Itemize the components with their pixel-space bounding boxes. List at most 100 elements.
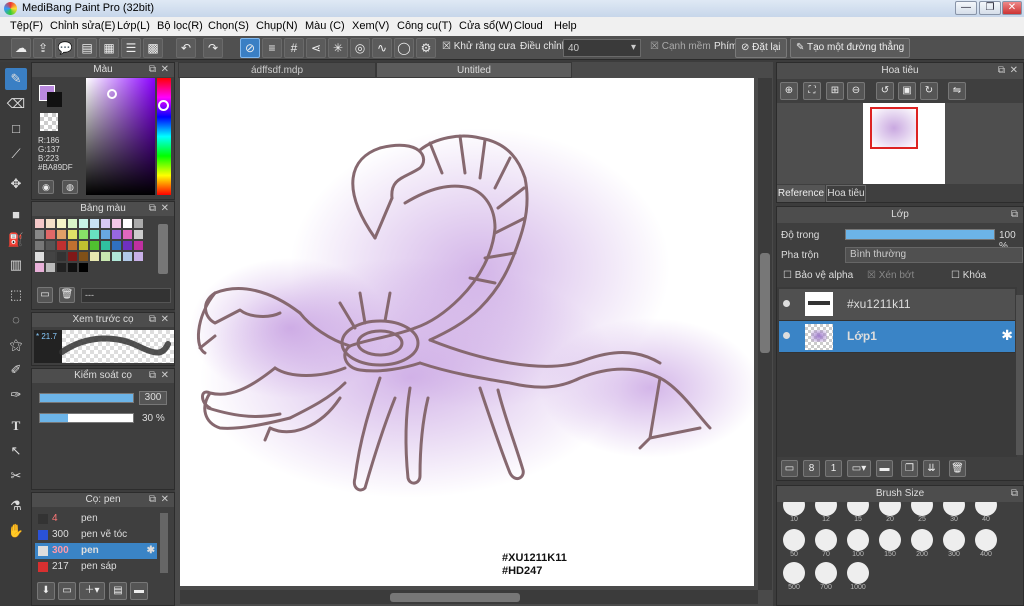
expand-icon[interactable]: ⧉ [1011,486,1018,502]
scroll-thumb[interactable] [390,593,520,602]
brush-item[interactable]: 4 pen [35,511,157,527]
add-layer-dropdown-icon[interactable]: ▭▾ [847,460,871,477]
palette-swatch[interactable] [101,219,110,228]
trash-icon[interactable]: 🗑 [59,287,75,303]
lock-checkbox[interactable]: ☐ Khóa [951,270,986,281]
antialias-checkbox[interactable]: ☒ Khử răng cưa [442,41,516,52]
perspective-snap-icon[interactable]: ⋖ [306,38,326,58]
brush-size-option[interactable]: 500 [781,562,807,591]
ellipse-snap-icon[interactable]: ◯ [394,38,414,58]
brush-size-option[interactable]: 40 [973,502,999,523]
palette-swatch[interactable] [90,252,99,261]
comment-icon[interactable]: 💬 [55,38,75,58]
palette-swatch[interactable] [35,263,44,272]
menu-file[interactable]: Tệp(F) [10,20,43,32]
grid-snap-icon[interactable]: # [284,38,304,58]
divide-tool-icon[interactable]: ✂ [5,465,27,487]
brush-size-option[interactable]: 700 [813,562,839,591]
color-mix-icon[interactable]: ◍ [62,180,78,194]
concentric-snap-icon[interactable]: ◎ [350,38,370,58]
new-layer-icon[interactable]: ▭ [781,460,798,477]
gear-icon[interactable]: ✱ [147,543,155,559]
palette-swatch[interactable] [35,230,44,239]
palette-swatch[interactable] [68,252,77,261]
close-icon[interactable]: ✕ [161,493,169,507]
brush-size-option[interactable]: 1000 [845,562,871,591]
tab-document-2[interactable]: Untitled [376,62,572,78]
folder-icon[interactable]: ▬ [876,460,893,477]
close-icon[interactable]: ✕ [161,369,169,383]
protect-alpha-checkbox[interactable]: ☐ Bảo vệ alpha [783,270,853,281]
duplicate-layer-icon[interactable]: ❐ [901,460,918,477]
gear-icon[interactable]: ✱ [1001,327,1013,344]
palette-swatch[interactable] [46,241,55,250]
brush-size-option[interactable]: 12 [813,502,839,523]
palette-swatch[interactable] [101,252,110,261]
palette-swatch[interactable] [112,252,121,261]
menu-filter[interactable]: Bộ lọc(R) [157,20,203,32]
new-brush-icon[interactable]: ▭ [58,582,76,600]
palette-scrollbar[interactable] [158,224,168,274]
layer-opacity-slider[interactable] [845,229,995,240]
operation-tool-icon[interactable]: ↖ [5,440,27,462]
expand-icon[interactable]: ⧉ [149,493,156,507]
text-tool-icon[interactable]: T [5,415,27,437]
horizontal-scrollbar[interactable] [180,590,758,604]
palette-swatch[interactable] [123,252,132,261]
menu-cloud[interactable]: Cloud [514,20,543,32]
close-icon[interactable]: ✕ [161,313,169,327]
drawing-canvas[interactable]: #XU1211K11 #HD247 [180,78,754,586]
brush-size-option[interactable]: 70 [813,529,839,558]
palette-swatch[interactable] [57,230,66,239]
tab-reference[interactable]: Reference [777,185,825,202]
background-color-swatch[interactable] [47,92,62,107]
minimize-button[interactable]: — [955,1,977,15]
menu-help[interactable]: Help [554,20,577,32]
palette-swatch[interactable] [79,252,88,261]
list-icon[interactable]: ☰ [121,38,141,58]
add-brush-icon[interactable]: ＋▾ [79,582,105,600]
hue-slider[interactable] [157,78,171,195]
expand-icon[interactable]: ⧉ [149,369,156,383]
palette-swatch[interactable] [101,230,110,239]
close-icon[interactable]: ✕ [161,202,169,216]
visibility-icon[interactable] [783,300,790,307]
brush-size-option[interactable]: 200 [909,529,935,558]
palette-swatch[interactable] [68,219,77,228]
transparent-color-swatch[interactable] [40,113,58,131]
brush-size-option[interactable]: 20 [877,502,903,523]
window-icon[interactable]: ▤ [77,38,97,58]
share-icon[interactable]: ⇪ [33,38,53,58]
menu-capture[interactable]: Chụp(N) [256,20,298,32]
menu-edit[interactable]: Chỉnh sửa(E) [50,20,115,32]
document-icon[interactable]: ▦ [99,38,119,58]
create-line-button[interactable]: ✎ Tạo một đường thẳng [790,38,911,58]
palette-swatch[interactable] [46,252,55,261]
vertical-scrollbar[interactable] [758,78,772,590]
rotate-right-icon[interactable]: ↻ [920,82,938,100]
palette-name-field[interactable]: --- [81,288,171,303]
palette-swatch[interactable] [112,230,121,239]
palette-swatch[interactable] [57,241,66,250]
brush-item[interactable]: 217 pen sáp [35,559,157,575]
layer-row[interactable]: #xu1211k11 [779,289,1015,321]
brush-size-option[interactable]: 25 [909,502,935,523]
blend-mode-select[interactable]: Bình thường [845,247,1023,263]
color-wheel-icon[interactable]: ◉ [38,180,54,194]
palette-swatch[interactable] [35,219,44,228]
palette-swatch[interactable] [79,230,88,239]
palette-swatch[interactable] [46,263,55,272]
gradient-tool-icon[interactable]: ▥ [5,254,27,276]
palette-swatch[interactable] [134,219,143,228]
zoom-fit-icon[interactable]: ⛶ [803,82,821,100]
rectangle-tool-icon[interactable]: □ [5,118,27,140]
brush-list-scrollbar[interactable] [160,513,168,573]
zoom-out-icon[interactable]: ⊖ [847,82,865,100]
palette-swatch[interactable] [79,263,88,272]
fill-rect-tool-icon[interactable]: ■ [5,204,27,226]
folder-icon[interactable]: ▬ [130,582,148,600]
palette-swatch[interactable] [46,219,55,228]
brush-size-option[interactable]: 300 [941,529,967,558]
palette-swatch[interactable] [112,241,121,250]
brush-size-value[interactable]: 300 [139,391,167,405]
